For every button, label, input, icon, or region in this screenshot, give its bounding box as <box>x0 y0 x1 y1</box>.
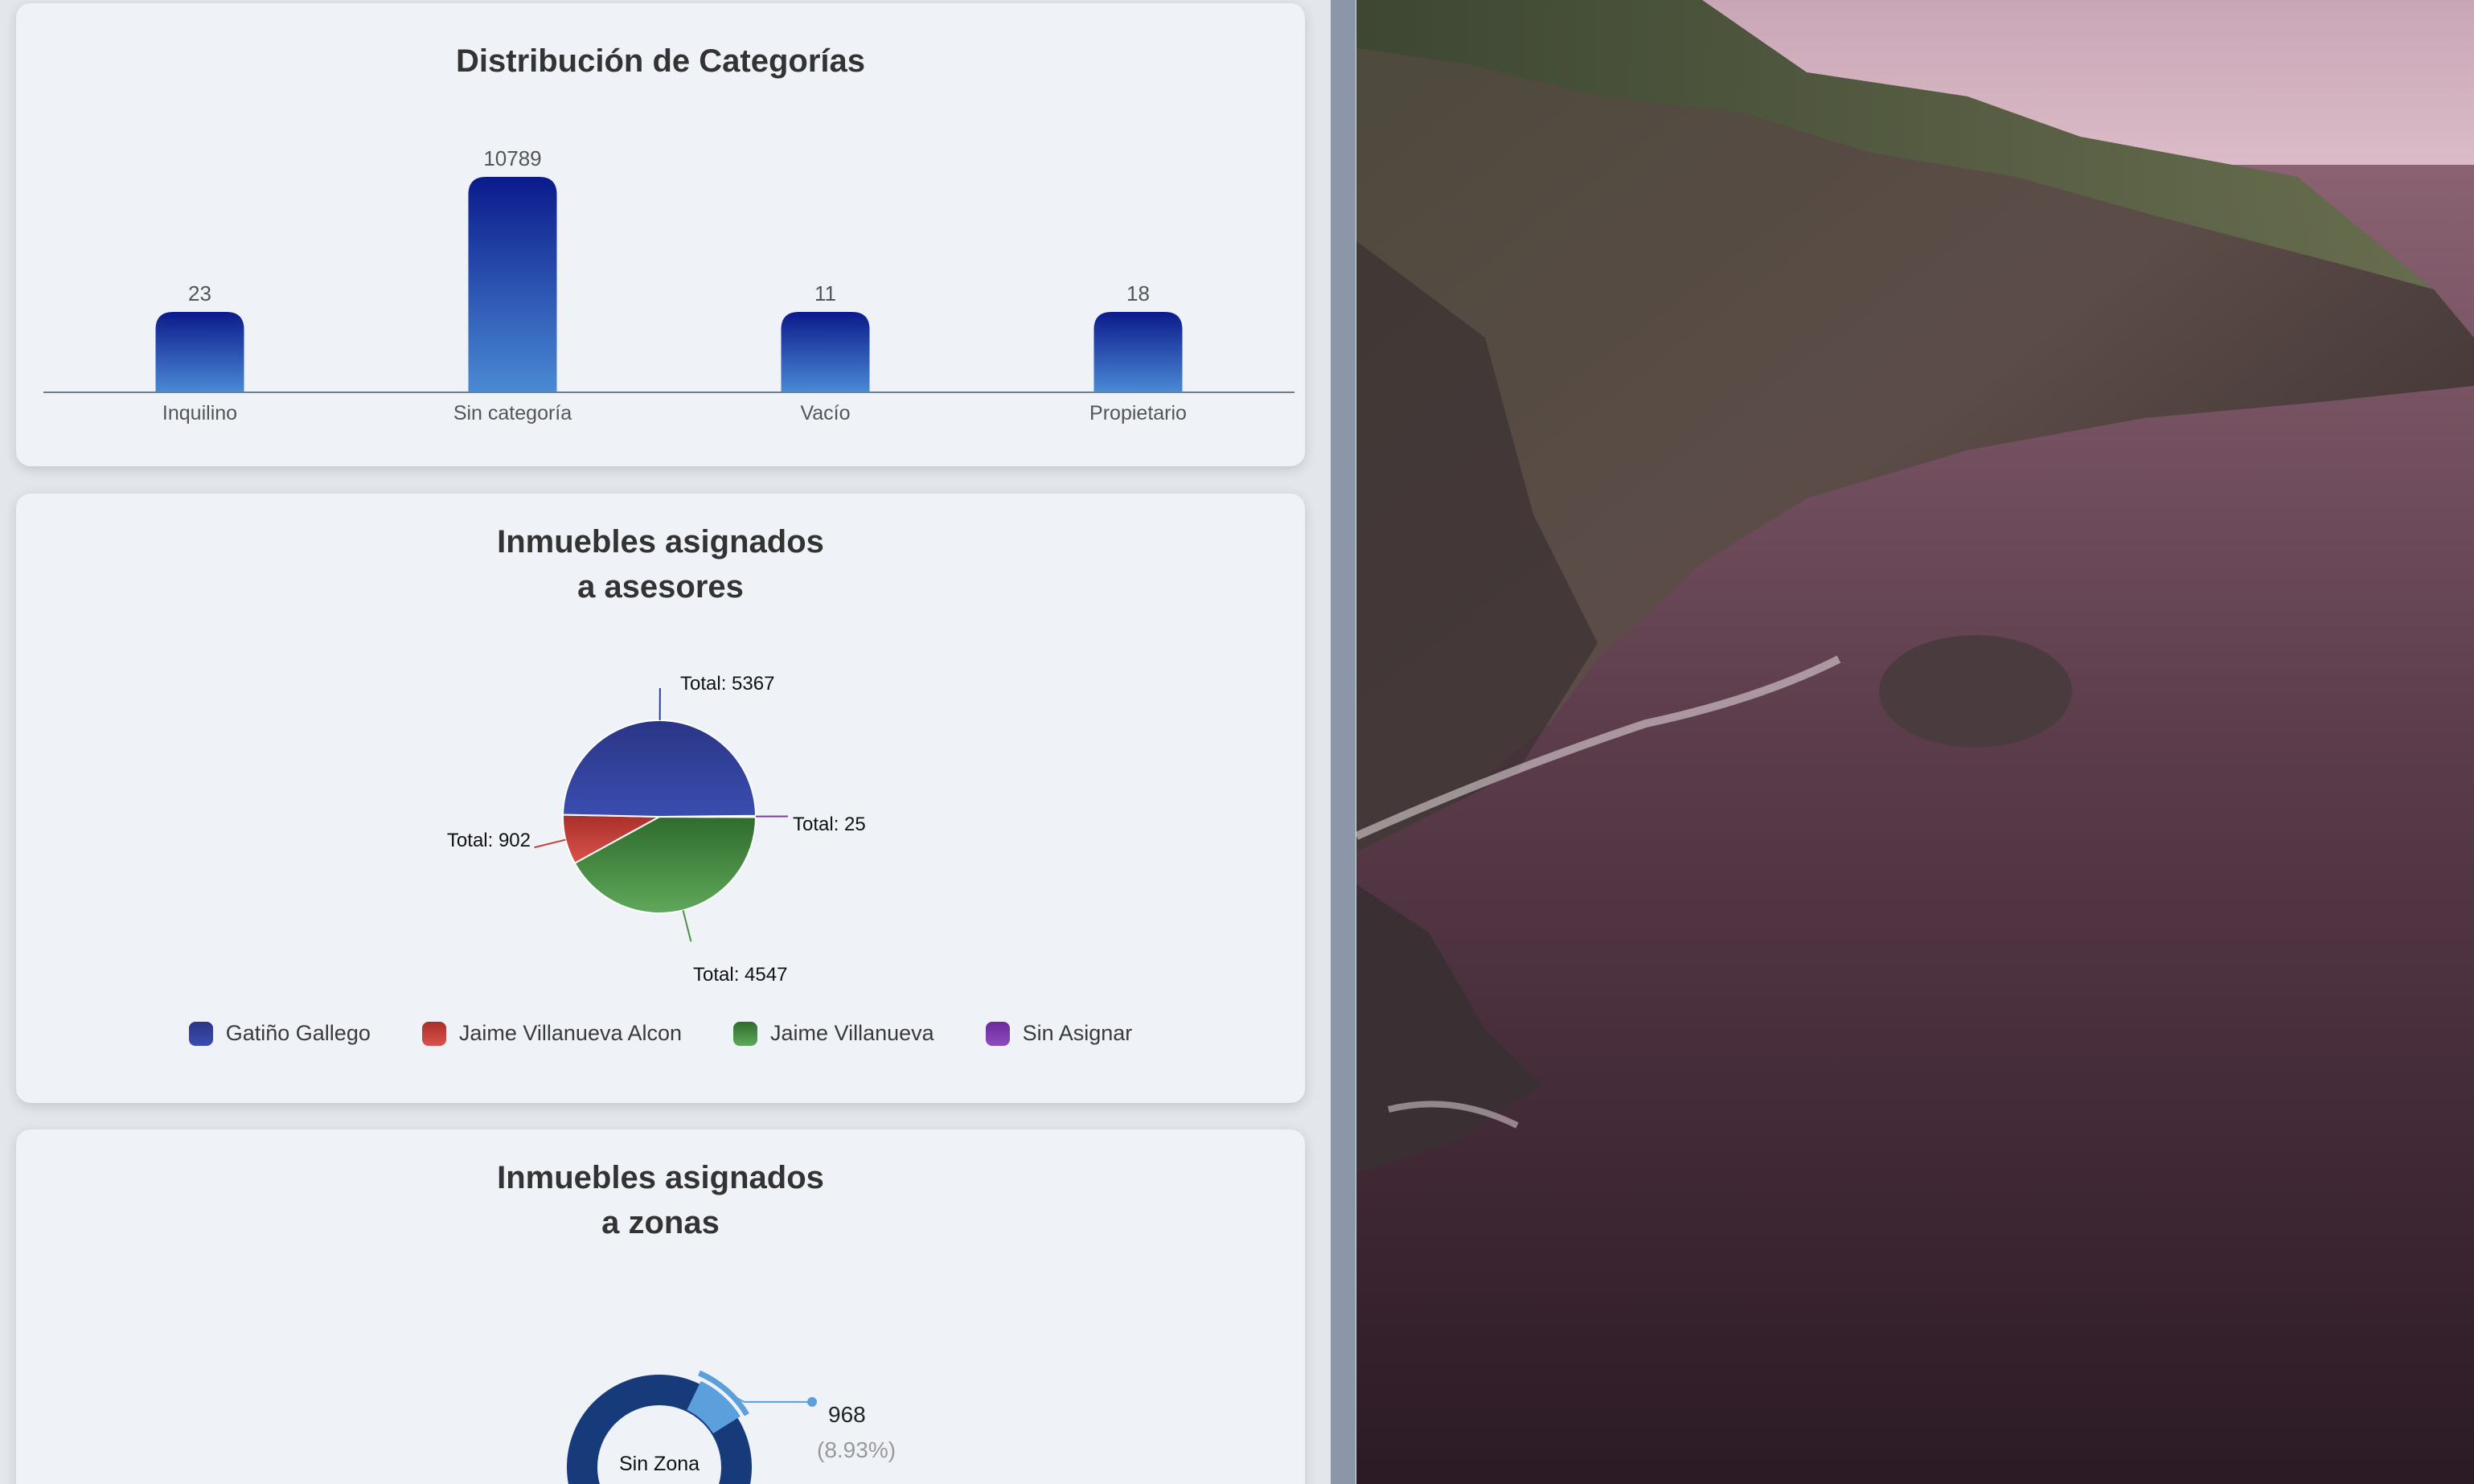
bar-value-label: 23 <box>188 281 211 305</box>
pie-slice-label: Total: 25 <box>793 814 866 835</box>
window-divider <box>1331 0 1356 1484</box>
legend-label: Jaime Villanueva Alcon <box>458 1021 683 1045</box>
bar-category-label: Inquilino <box>162 402 237 424</box>
categories-chart-card: Distribución de Categorías 23 Inquilino 10… <box>16 3 1305 466</box>
categories-bar-chart: 23 Inquilino 10789 Sin categoría 11 Vacío 18 Pr… <box>43 146 1294 424</box>
asesores-chart-card: Inmuebles asignados a asesores Total: 25… <box>16 494 1305 1103</box>
bar-value-label: 10789 <box>483 146 541 170</box>
legend-label: Gatiño Gallego <box>225 1021 371 1045</box>
bar-3[interactable] <box>1093 312 1183 392</box>
pie-slice-0[interactable] <box>562 719 757 818</box>
legend-item-sin-asignar[interactable]: Sin Asignar <box>985 1021 1133 1046</box>
donut-center-label: Sin Zona <box>619 1453 700 1475</box>
donut-callout-value: 968 <box>828 1402 866 1427</box>
bar-1[interactable] <box>468 177 557 392</box>
asesores-pie-chart: Total: 25 Total: 4547 Total: 902 Total: 536… <box>447 673 866 986</box>
zonas-donut-chart: Sin Zona 968 (8.93%) <box>567 1370 896 1484</box>
bar-category-label: Vacío <box>800 402 850 424</box>
donut-callout-dot <box>807 1396 817 1407</box>
legend-swatch <box>188 1021 213 1046</box>
pie-slice-label: Total: 902 <box>447 830 531 851</box>
pie-leader-line <box>534 838 566 849</box>
pie-slice-label: Total: 5367 <box>680 673 774 695</box>
legend-swatch <box>421 1021 446 1046</box>
wallpaper-image <box>1356 0 2474 1484</box>
legend-swatch <box>733 1021 758 1046</box>
legend-item-jaime-villanueva-alcon[interactable]: Jaime Villanueva Alcon <box>421 1021 683 1046</box>
legend-label: Sin Asignar <box>1022 1021 1133 1045</box>
zonas-chart-card: Inmuebles asignados a zonas Sin Zona 968… <box>16 1129 1305 1484</box>
pie-slice-label: Total: 4547 <box>693 964 787 986</box>
bar-2[interactable] <box>781 312 870 392</box>
asesores-legend: Gatiño Gallego Jaime Villanueva Alcon Ja… <box>16 1021 1305 1046</box>
legend-item-gatino-gallego[interactable]: Gatiño Gallego <box>188 1021 371 1046</box>
bar-category-label: Propietario <box>1089 402 1187 424</box>
bar-value-label: 18 <box>1126 281 1150 305</box>
dashboard-pane: Distribución de Categorías 23 Inquilino 10… <box>0 0 1356 1484</box>
pie-leader-line <box>682 910 692 942</box>
bar-category-label: Sin categoría <box>453 402 572 424</box>
donut-callout-percent: (8.93%) <box>817 1437 896 1462</box>
desktop-wallpaper <box>1356 0 2474 1484</box>
bar-value-label: 11 <box>814 281 836 305</box>
legend-swatch <box>985 1021 1010 1046</box>
legend-item-jaime-villanueva[interactable]: Jaime Villanueva <box>733 1021 934 1046</box>
bar-0[interactable] <box>155 312 244 392</box>
legend-label: Jaime Villanueva <box>770 1021 934 1045</box>
